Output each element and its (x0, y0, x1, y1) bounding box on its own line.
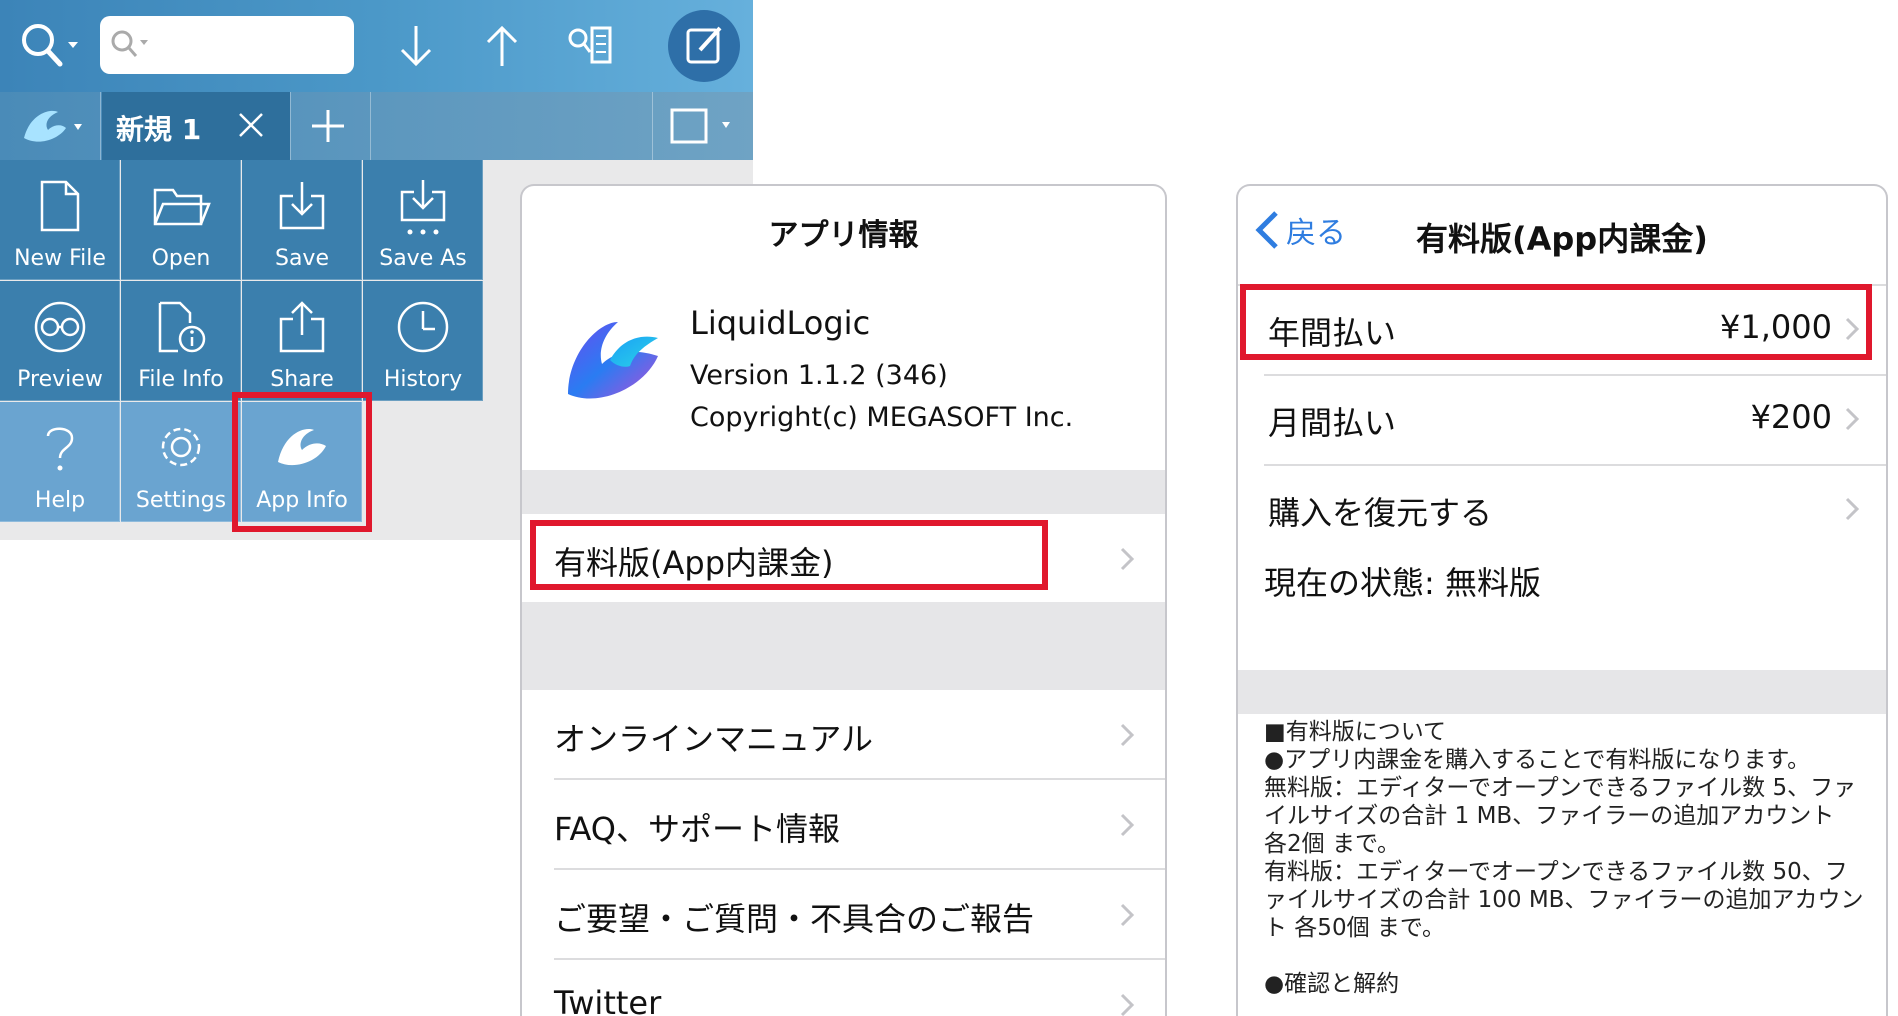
menu-item-file-info[interactable]: File Info (121, 281, 241, 401)
app-version: Version 1.1.2 (346) (690, 360, 948, 391)
chevron-right-icon (1120, 993, 1135, 1016)
row-faq-support[interactable]: FAQ、サポート情報 (522, 780, 1165, 868)
menu-item-label: History (383, 367, 463, 392)
row-twitter[interactable]: Twitter (522, 960, 1165, 1016)
menu-item-label: New File (14, 246, 106, 271)
row-label: Twitter (554, 984, 662, 1016)
up-arrow-icon[interactable] (482, 22, 522, 74)
save-icon (279, 182, 325, 230)
menu-item-label: Open (151, 246, 211, 271)
menu-item-save-as[interactable]: Save As (363, 160, 483, 280)
chevron-right-icon (1845, 407, 1860, 431)
tab-divider (290, 92, 291, 160)
gear-icon (161, 427, 201, 467)
file-info-icon (158, 301, 206, 353)
chevron-right-icon (1120, 723, 1135, 747)
app-name: LiquidLogic (690, 304, 871, 342)
share-icon (279, 301, 325, 353)
panel-title: アプリ情報 (768, 218, 919, 253)
row-label: ご要望・ご質問・不具合のご報告 (554, 900, 1035, 938)
highlight-paid-version (530, 520, 1048, 590)
menu-item-open[interactable]: Open (121, 160, 241, 280)
tab-label: 新規 1 (116, 113, 202, 146)
section-spacer (1238, 670, 1886, 714)
chevron-right-icon (1120, 547, 1135, 571)
app-info-panel: アプリ情報 LiquidLogic Version 1.1.2 (346) Co… (520, 184, 1167, 1016)
highlight-annual-plan (1240, 284, 1872, 360)
app-logo-menu-icon[interactable] (18, 104, 88, 152)
menu-item-label: File Info (138, 367, 224, 392)
menu-item-label: Help (34, 488, 86, 513)
save-as-icon (400, 180, 446, 235)
search-field-icon (111, 30, 148, 57)
menu-item-history[interactable]: History (363, 281, 483, 401)
purchase-status: 現在の状態: 無料版 (1264, 564, 1541, 602)
menu-item-label: Share (270, 367, 334, 392)
chevron-left-icon (1255, 211, 1278, 249)
section-spacer (522, 470, 1165, 514)
highlight-app-info (232, 392, 372, 532)
row-label: FAQ、サポート情報 (554, 810, 840, 848)
row-monthly-plan[interactable]: 月間払い ¥200 (1238, 376, 1886, 464)
row-restore-purchase[interactable]: 購入を復元する (1238, 466, 1886, 554)
menu-item-new-file[interactable]: New File (0, 160, 120, 280)
plan-label: 月間払い (1268, 404, 1397, 442)
restore-label: 購入を復元する (1268, 494, 1493, 532)
tab-bar: 新規 1 (0, 92, 753, 160)
row-feedback[interactable]: ご要望・ご質問・不具合のご報告 (522, 870, 1165, 958)
plan-price: ¥200 (1750, 398, 1832, 436)
menu-item-help[interactable]: Help (0, 402, 120, 522)
tab-divider (370, 92, 371, 160)
chevron-right-icon (1120, 813, 1135, 837)
search-input[interactable] (100, 16, 354, 74)
tab-document[interactable]: 新規 1 (102, 92, 290, 160)
panel-title: 有料版(App内課金) (1416, 220, 1708, 258)
menu-item-save[interactable]: Save (242, 160, 362, 280)
menu-item-label: Save As (379, 246, 467, 271)
app-logo-icon (558, 304, 668, 418)
row-online-manual[interactable]: オンラインマニュアル (522, 690, 1165, 778)
menu-item-label: Settings (135, 488, 227, 513)
chevron-right-icon (1120, 903, 1135, 927)
find-list-icon[interactable] (566, 24, 616, 72)
compose-icon[interactable] (666, 8, 742, 88)
down-arrow-icon[interactable] (396, 22, 436, 74)
tab-divider (100, 92, 101, 160)
glasses-icon (34, 301, 86, 353)
toolbar (0, 0, 753, 92)
row-label: オンラインマニュアル (554, 720, 874, 758)
chevron-right-icon (1845, 497, 1860, 521)
paid-version-notes: ■有料版について ●アプリ内課金を購入することで有料版になります。 無料版：エデ… (1264, 719, 1864, 997)
search-icon[interactable] (18, 20, 80, 74)
menu-item-preview[interactable]: Preview (0, 281, 120, 401)
new-file-icon (40, 180, 80, 232)
add-tab-icon[interactable] (308, 106, 348, 150)
question-icon (46, 427, 74, 471)
in-app-purchase-panel: 戻る 有料版(App内課金) 年間払い ¥1,000 月間払い ¥200 購入を… (1236, 184, 1888, 1016)
section-spacer (522, 602, 1165, 690)
clock-icon (397, 301, 449, 353)
close-tab-icon[interactable] (236, 110, 266, 140)
layout-menu-icon[interactable] (668, 106, 738, 150)
tab-divider (652, 92, 653, 160)
folder-icon (153, 188, 211, 226)
back-button[interactable]: 戻る (1254, 208, 1346, 252)
menu-item-label: Save (274, 246, 329, 271)
app-copyright: Copyright(c) MEGASOFT Inc. (690, 402, 1074, 433)
menu-item-share[interactable]: Share (242, 281, 362, 401)
menu-item-label: Preview (17, 367, 103, 392)
back-label: 戻る (1286, 216, 1346, 251)
menu-item-settings[interactable]: Settings (121, 402, 241, 522)
